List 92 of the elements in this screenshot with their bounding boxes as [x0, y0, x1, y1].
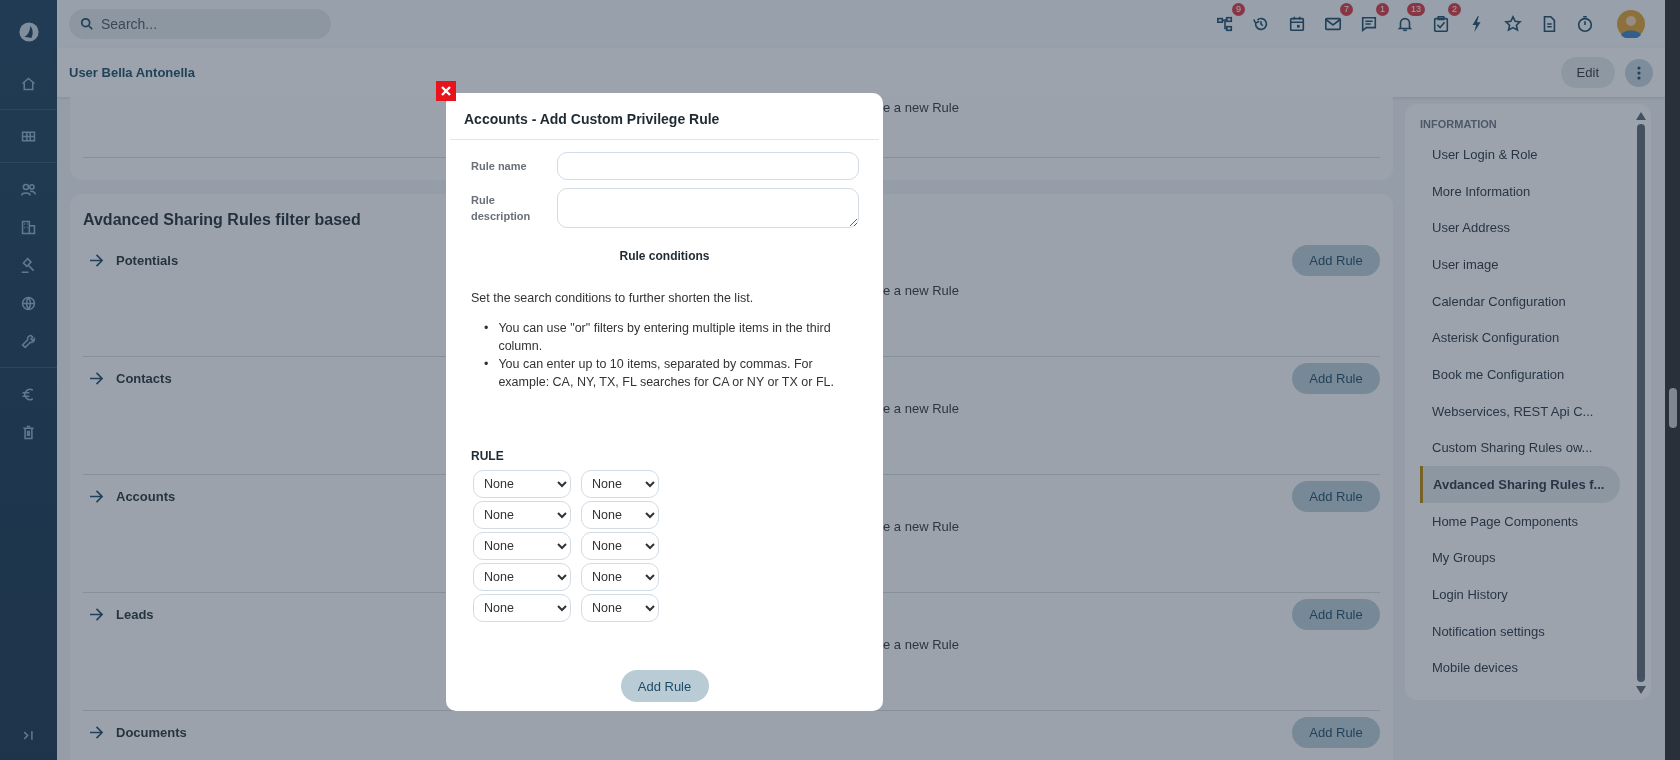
- dropdown[interactable]: None: [473, 563, 571, 591]
- building-icon: [20, 218, 37, 236]
- dropdown[interactable]: None: [473, 501, 571, 529]
- hint-text: e a new Rule: [883, 519, 959, 534]
- more-icon: [1637, 65, 1641, 80]
- arrow-right-icon: [89, 371, 104, 385]
- star-icon: [1504, 15, 1522, 33]
- add-rule-button[interactable]: Add Rule: [1292, 716, 1380, 748]
- bell-icon: [1396, 15, 1414, 33]
- dropdown[interactable]: None: [473, 532, 571, 560]
- count-badge: 7: [1340, 3, 1353, 16]
- module-name: Potentials: [116, 252, 179, 268]
- mail-icon: [1324, 15, 1342, 33]
- conditions-title: Rule conditions: [618, 248, 711, 263]
- panel-link[interactable]: Mobile devices: [1420, 649, 1620, 687]
- add-rule-button[interactable]: Add Rule: [1292, 244, 1380, 276]
- module-name: Leads: [116, 606, 154, 622]
- count-badge: 13: [1407, 3, 1425, 16]
- close-button[interactable]: [436, 81, 456, 101]
- history-icon: [1252, 15, 1270, 33]
- stopwatch-icon: [1576, 15, 1594, 33]
- panel-link[interactable]: Custom Sharing Rules ow...: [1420, 429, 1620, 467]
- hint-text: e a new Rule: [883, 401, 959, 416]
- logo-icon: [16, 20, 41, 44]
- section-title: Avdanced Sharing Rules filter based: [83, 211, 361, 230]
- rule-label: RULE: [471, 449, 505, 463]
- dropdown[interactable]: None: [581, 563, 659, 591]
- search-field[interactable]: Search...: [69, 9, 331, 39]
- dropdown[interactable]: None: [581, 594, 659, 622]
- page-title: User Bella Antonella: [69, 65, 195, 80]
- dropdown[interactable]: None: [581, 532, 659, 560]
- chat-icon: [1360, 15, 1378, 33]
- dropdown[interactable]: None: [581, 501, 659, 529]
- count-badge: 1: [1376, 3, 1389, 16]
- panel-link[interactable]: Login History: [1420, 576, 1620, 613]
- module-name: Contacts: [116, 370, 172, 386]
- panel-link[interactable]: Asterisk Configuration: [1420, 319, 1620, 357]
- arrow-right-icon: [89, 489, 104, 503]
- more-button[interactable]: [1625, 58, 1653, 87]
- dropdown[interactable]: None: [473, 470, 571, 498]
- bullet-icon: •: [484, 319, 489, 355]
- bullet-item: You can use "or" filters by entering multiple items in the third column.: [498, 320, 832, 355]
- arrow-right-icon: [89, 253, 104, 267]
- bullet-icon: •: [484, 355, 489, 391]
- instruction-text: Set the search conditions to further shorten the list.: [471, 291, 755, 305]
- scrollbar[interactable]: [1635, 112, 1647, 694]
- globe-icon: [20, 294, 37, 312]
- add-rule-button[interactable]: Add Rule: [1292, 362, 1380, 394]
- panel-link[interactable]: Avdanced Sharing Rules f...: [1420, 466, 1620, 503]
- field-label: Rule name: [471, 159, 528, 174]
- hint-text: e a new Rule: [883, 283, 959, 298]
- modal-title: Accounts - Add Custom Privilege Rule: [463, 110, 721, 129]
- panel-link[interactable]: User Login & Role: [1420, 136, 1620, 173]
- dropdown[interactable]: None: [473, 594, 571, 622]
- panel-link[interactable]: Book me Configuration: [1420, 356, 1620, 393]
- panel-link[interactable]: Webservices, REST Api C...: [1420, 392, 1620, 430]
- module-name: Accounts: [116, 488, 176, 504]
- add-rule-button[interactable]: Add Rule: [1292, 480, 1380, 512]
- field-label: Rule description: [471, 193, 532, 224]
- add-rule-button[interactable]: Add Rule: [620, 670, 709, 702]
- panel-link[interactable]: My Groups: [1420, 539, 1620, 577]
- dropdown[interactable]: None: [581, 470, 659, 498]
- scroll-up-icon[interactable]: [1636, 112, 1646, 120]
- count-badge: 9: [1232, 3, 1245, 16]
- avatar[interactable]: [1617, 10, 1645, 38]
- panel-link[interactable]: User image: [1420, 246, 1620, 283]
- gavel-icon: [20, 256, 37, 274]
- close-icon: [440, 85, 452, 97]
- panel-link[interactable]: Notification settings: [1420, 612, 1620, 650]
- panel-link[interactable]: Calendar Configuration: [1420, 282, 1620, 320]
- arrow-right-icon: [89, 725, 104, 739]
- hint-text: e a new Rule: [883, 637, 959, 652]
- wrench-icon: [20, 332, 37, 350]
- bullet-item: You can enter up to 10 items, separated by commas. For example: CA, NY, TX, FL searches for CA or NY or TX or FL.: [498, 356, 835, 391]
- panel-heading: INFORMATION: [1420, 117, 1498, 132]
- text-field[interactable]: [557, 152, 859, 180]
- panel-link[interactable]: Home Page Components: [1420, 502, 1620, 540]
- clipboard-check-icon: [1432, 15, 1450, 33]
- count-badge: 2: [1448, 3, 1461, 16]
- panel-link[interactable]: More Information: [1420, 172, 1620, 210]
- home-icon: [20, 74, 37, 92]
- add-rule-button[interactable]: Add Rule: [1292, 598, 1380, 630]
- edit-button[interactable]: Edit: [1560, 57, 1615, 88]
- module-name: Documents: [116, 724, 187, 740]
- arrow-right-icon: [89, 607, 104, 621]
- scroll-down-icon[interactable]: [1636, 686, 1646, 694]
- trash-icon: [20, 423, 37, 441]
- calendar-icon: [1288, 15, 1306, 33]
- scrollbar[interactable]: [1665, 0, 1680, 760]
- hierarchy-icon: [1216, 15, 1234, 33]
- panel-link[interactable]: User Address: [1420, 209, 1620, 247]
- hint-text: e a new Rule: [883, 100, 959, 115]
